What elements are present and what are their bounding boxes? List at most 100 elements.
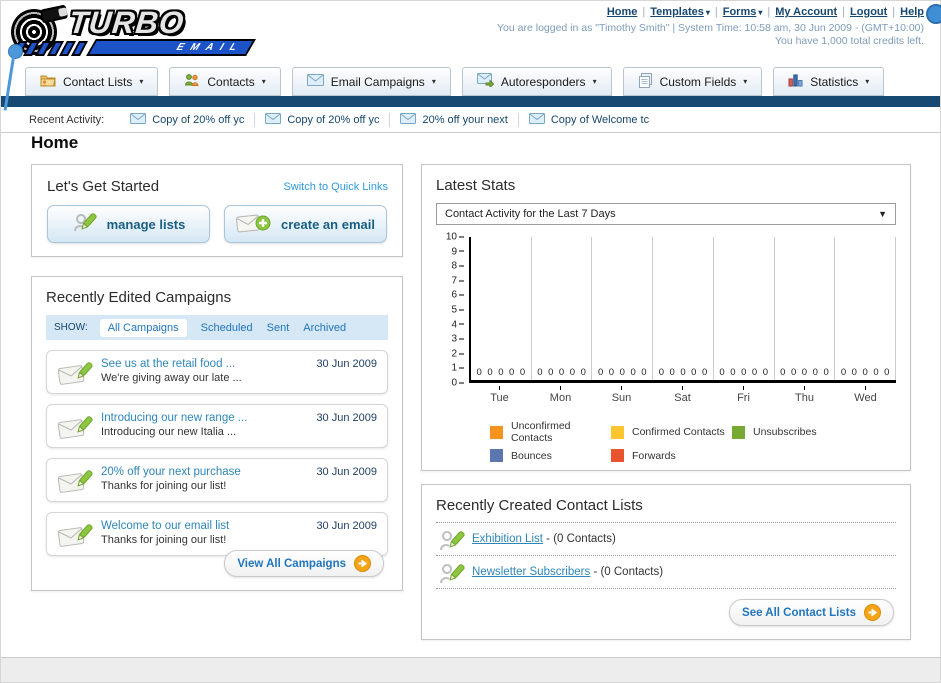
filter-scheduled[interactable]: Scheduled	[201, 322, 253, 334]
view-all-campaigns-label: View All Campaigns	[237, 557, 346, 570]
custom-fields-icon	[638, 72, 653, 91]
tab-label: Email Campaigns	[330, 74, 425, 89]
create-an-email-button[interactable]: create an email	[224, 205, 387, 243]
contact-lists-icon	[40, 73, 56, 90]
show-label: SHOW:	[54, 322, 88, 333]
stats-period-select[interactable]: Contact Activity for the Last 7 Days ▼	[436, 203, 896, 225]
chevron-down-icon: ▾	[758, 8, 763, 17]
y-tick-mark	[459, 265, 464, 267]
value-label: 0	[751, 367, 758, 378]
value-label: 0	[702, 367, 708, 378]
y-tick-label: 8	[438, 261, 464, 272]
x-tick-mark	[682, 386, 683, 390]
tab-autoresponders[interactable]: Autoresponders ▾	[461, 67, 612, 96]
value-label: 0	[641, 367, 647, 378]
filter-archived[interactable]: Archived	[303, 322, 346, 334]
top-link-help[interactable]: Help	[900, 6, 924, 18]
legend-label: Unconfirmed Contacts	[511, 420, 571, 444]
contact-list-link[interactable]: Newsletter Subscribers	[472, 566, 590, 578]
x-tick-label: Fri	[713, 386, 774, 404]
x-tick-label: Thu	[774, 386, 835, 404]
filter-sent[interactable]: Sent	[267, 322, 290, 334]
chevron-down-icon: ▾	[705, 8, 710, 17]
x-tick-label: Sun	[591, 386, 652, 404]
chevron-down-icon: ▾	[592, 77, 597, 86]
chart-plot-area: 00000000000000000000000000000000000	[469, 237, 897, 383]
campaign-date: 30 Jun 2009	[316, 466, 377, 478]
link-separator: |	[714, 6, 718, 18]
contact-list-detail: - (0 Contacts)	[590, 566, 664, 578]
chevron-down-icon: ▾	[431, 77, 436, 86]
chart-day-group: 00000	[835, 237, 897, 380]
create-email-icon	[236, 211, 272, 238]
recent-activity-link[interactable]: Copy of 20% off yc	[152, 114, 244, 126]
value-labels-row: 00000	[714, 367, 774, 378]
recent-activity-link[interactable]: 20% off your next	[422, 114, 507, 126]
value-label: 0	[873, 367, 879, 378]
legend-label: Confirmed Contacts	[632, 426, 725, 438]
chart-day-group: 00000	[775, 237, 836, 380]
x-tick-label: Wed	[835, 386, 896, 404]
chart-legend: Unconfirmed Contacts Confirmed Contacts Un…	[490, 420, 882, 462]
envelope-icon	[528, 112, 545, 127]
chart-y-axis: 10 9 8 7 6 5 4 3 2 1 0	[438, 232, 464, 389]
x-tick-mark	[804, 386, 805, 390]
campaign-filter-bar: SHOW: All Campaigns Scheduled Sent Archived	[46, 315, 388, 340]
value-label: 0	[608, 367, 615, 378]
filter-all-campaigns[interactable]: All Campaigns	[99, 318, 187, 337]
legend-swatch	[490, 449, 503, 462]
top-link-templates[interactable]: Templates	[650, 6, 704, 18]
tab-email-campaigns[interactable]: Email Campaigns ▾	[291, 67, 451, 96]
campaign-subtitle: We're giving away our late ...	[101, 372, 242, 384]
campaign-edit-icon	[57, 467, 97, 500]
help-bubble-icon[interactable]	[926, 4, 941, 24]
switch-to-quick-links-link[interactable]: Switch to Quick Links	[283, 181, 388, 193]
tab-statistics[interactable]: Statistics ▾	[773, 67, 885, 96]
tab-contacts[interactable]: Contacts ▾	[169, 67, 281, 96]
y-tick-label: 3	[438, 334, 464, 345]
value-label: 0	[519, 367, 526, 378]
value-label: 0	[691, 367, 697, 378]
chevron-down-icon: ▼	[878, 209, 887, 219]
legend-swatch	[732, 425, 745, 439]
button-label: create an email	[281, 216, 375, 232]
recent-activity-link[interactable]: Copy of 20% off yc	[287, 114, 379, 126]
x-tick-label: Sat	[652, 386, 713, 404]
y-tick-mark	[459, 309, 464, 311]
recent-activity-link[interactable]: Copy of Welcome tc	[551, 114, 649, 126]
y-tick-mark	[459, 367, 464, 369]
link-separator: |	[892, 6, 896, 18]
value-label: 0	[580, 367, 586, 378]
orange-arrow-icon	[354, 555, 371, 572]
campaign-edit-icon	[57, 521, 97, 554]
tab-contact-lists[interactable]: Contact Lists ▾	[25, 67, 159, 96]
value-labels-row: 00000	[775, 367, 835, 378]
list-edit-icon	[438, 560, 466, 593]
value-label: 0	[498, 367, 504, 378]
campaign-subtitle: Introducing our new Italia ...	[101, 426, 237, 438]
turbo-pipe-icon	[39, 4, 69, 24]
tab-label: Contacts	[207, 74, 255, 89]
view-all-campaigns-button[interactable]: View All Campaigns	[224, 550, 384, 577]
manage-lists-button[interactable]: manage lists	[47, 205, 210, 243]
value-label: 0	[630, 367, 636, 378]
campaign-row: 20% off your next purchase Thanks for joi…	[46, 458, 388, 502]
y-tick-label: 10	[438, 232, 464, 243]
envelope-icon	[265, 112, 282, 127]
contact-list-link[interactable]: Exhibition List	[472, 533, 543, 545]
top-link-logout[interactable]: Logout	[850, 6, 887, 18]
see-all-contact-lists-button[interactable]: See All Contact Lists	[729, 599, 894, 626]
value-label: 0	[812, 367, 818, 378]
campaign-edit-icon	[57, 359, 97, 392]
top-link-my-account[interactable]: My Account	[775, 6, 837, 18]
y-tick-mark	[459, 294, 464, 296]
campaign-row: See us at the retail food ... We're givin…	[46, 350, 388, 394]
chart-day-group: 00000	[592, 237, 654, 380]
y-tick-mark	[459, 323, 464, 325]
nav-divider-bar	[1, 96, 940, 107]
contact-list-row: Exhibition List - (0 Contacts)	[436, 523, 896, 556]
logo-subtitle: EMAIL	[86, 39, 256, 56]
top-link-home[interactable]: Home	[607, 6, 638, 18]
tab-custom-fields[interactable]: Custom Fields ▾	[622, 67, 763, 96]
top-link-forms[interactable]: Forms	[723, 6, 757, 18]
